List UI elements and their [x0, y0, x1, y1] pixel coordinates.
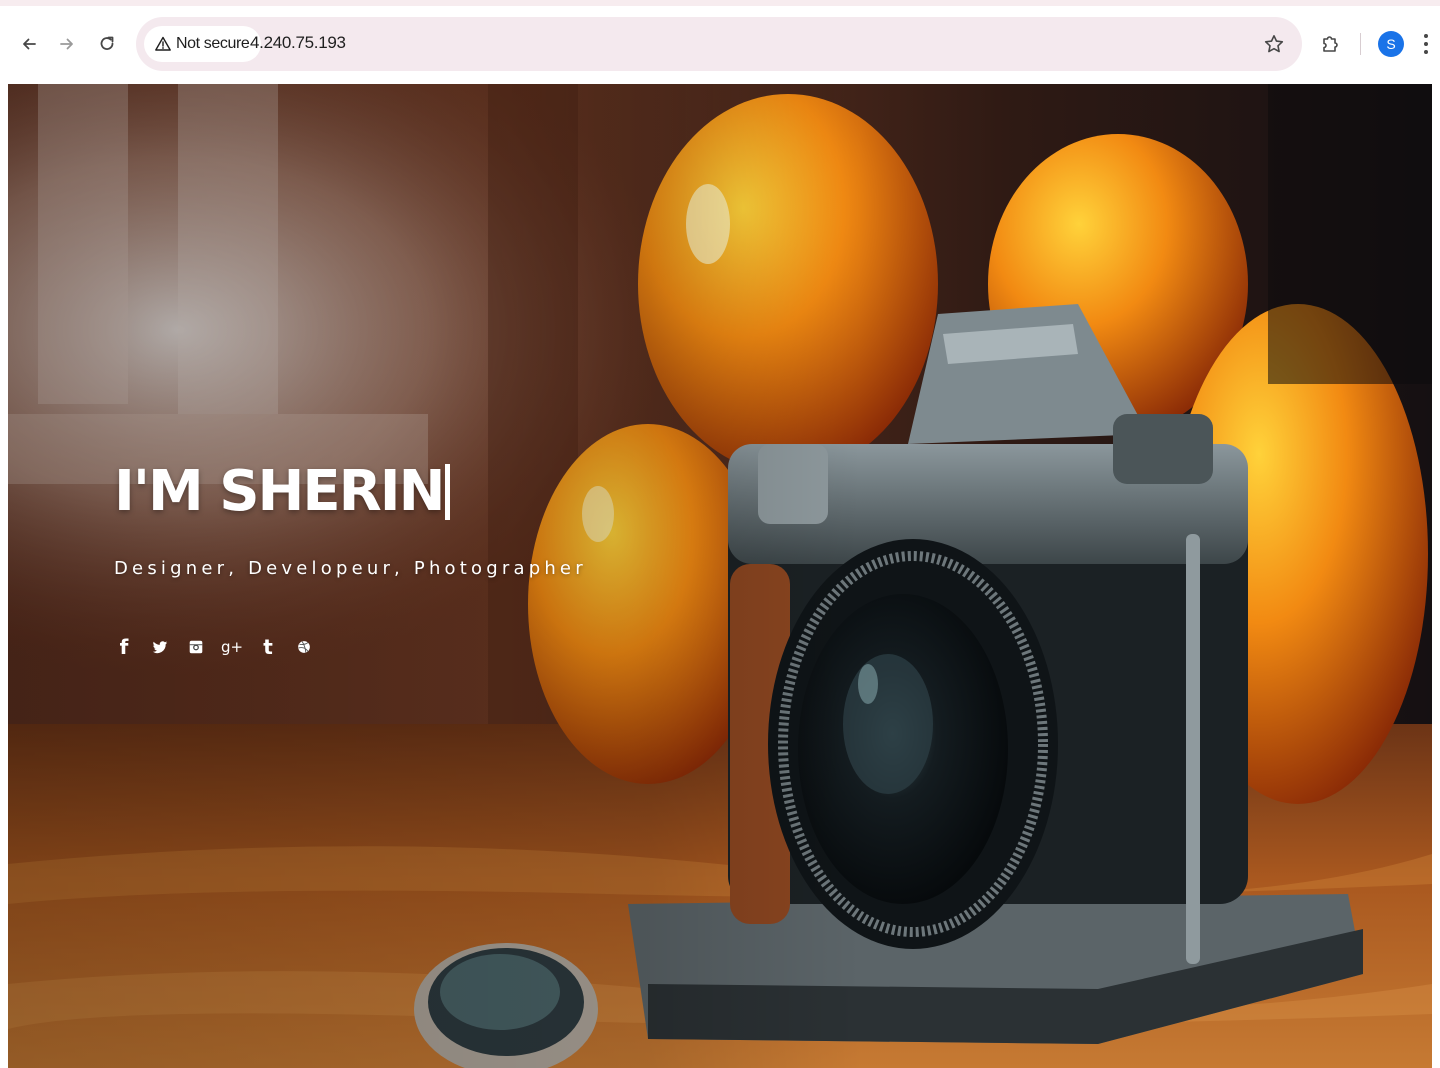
toolbar-divider: [1360, 33, 1361, 55]
browser-menu-button[interactable]: [1416, 28, 1436, 60]
tab-strip-edge: [0, 0, 1440, 6]
social-links: f g+ t: [114, 635, 587, 659]
puzzle-icon: [1323, 36, 1338, 52]
extensions-button[interactable]: [1312, 26, 1348, 62]
browser-toolbar: Not secure 4.240.75.193 S: [0, 0, 1440, 84]
facebook-icon: f: [119, 635, 129, 659]
hero-title-text: I'M SHERIN: [114, 459, 445, 524]
forward-button[interactable]: [49, 26, 85, 62]
profile-avatar[interactable]: S: [1378, 31, 1404, 57]
page-viewport: I'M SHERIN Designer, Developeur, Photogr…: [8, 84, 1432, 1068]
forward-arrow-icon: [60, 38, 73, 50]
instagram-link[interactable]: [186, 635, 206, 659]
back-arrow-icon: [23, 38, 36, 50]
tumblr-icon: t: [263, 635, 273, 659]
url-text[interactable]: 4.240.75.193: [250, 33, 346, 53]
site-security-chip[interactable]: Not secure: [144, 26, 262, 62]
dribbble-link[interactable]: [294, 635, 314, 659]
warning-triangle-icon: [155, 36, 171, 51]
reload-icon: [100, 36, 114, 50]
twitter-link[interactable]: [150, 635, 170, 659]
instagram-icon: [189, 640, 203, 654]
dribbble-icon: [298, 641, 310, 653]
star-icon: [1264, 35, 1284, 53]
hero-subtitle: Designer, Developeur, Photographer: [114, 558, 587, 579]
address-bar[interactable]: Not secure 4.240.75.193: [136, 17, 1302, 71]
google-plus-link[interactable]: g+: [220, 635, 244, 659]
kebab-menu-icon: [1424, 34, 1428, 54]
browser-window: Not secure 4.240.75.193 S I'M SHERIN Des…: [0, 0, 1440, 1068]
back-button[interactable]: [11, 26, 47, 62]
hero-title: I'M SHERIN: [114, 464, 587, 520]
facebook-link[interactable]: f: [114, 635, 134, 659]
twitter-icon: [152, 641, 168, 654]
hero-content: I'M SHERIN Designer, Developeur, Photogr…: [114, 464, 587, 659]
tumblr-link[interactable]: t: [258, 635, 278, 659]
security-label: Not secure: [176, 35, 250, 52]
reload-button[interactable]: [89, 26, 125, 62]
bookmark-button[interactable]: [1256, 26, 1292, 62]
typing-cursor: [445, 464, 451, 520]
google-plus-icon: g+: [220, 637, 244, 656]
